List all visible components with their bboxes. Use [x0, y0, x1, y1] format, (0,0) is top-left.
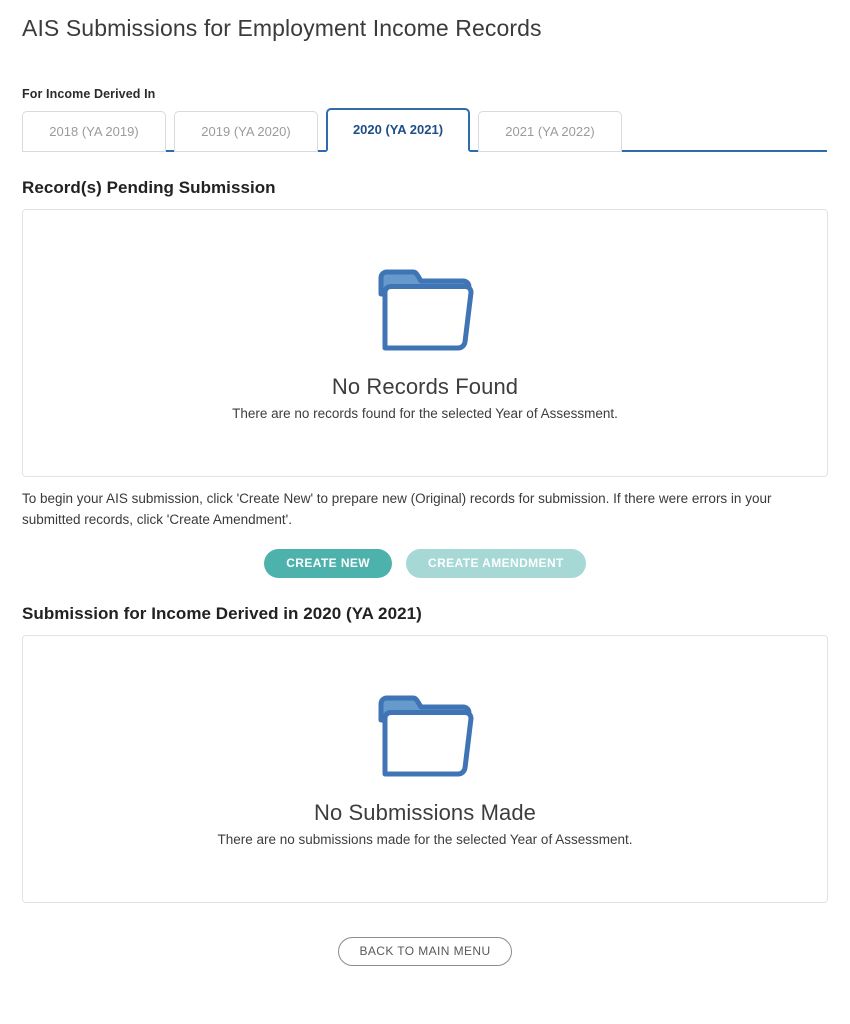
tab-2018-ya-2019[interactable]: 2018 (YA 2019) [22, 110, 166, 152]
tab-2020-ya-2021[interactable]: 2020 (YA 2021) [326, 107, 470, 152]
pending-actions: CREATE NEW CREATE AMENDMENT [22, 548, 828, 578]
tabs-group-label: For Income Derived In [22, 86, 156, 101]
submission-helper-text: To begin your AIS submission, click 'Cre… [22, 490, 772, 527]
year-of-assessment-tabbar: 2018 (YA 2019) 2019 (YA 2020) 2020 (YA 2… [22, 107, 828, 152]
tab-2021-ya-2022[interactable]: 2021 (YA 2022) [478, 110, 622, 152]
submission-records-card: No Submissions Made There are no submiss… [22, 634, 828, 903]
page-title: AIS Submissions for Employment Income Re… [22, 15, 542, 41]
submission-empty-title: No Submissions Made [314, 800, 536, 826]
submission-empty-subtitle: There are no submissions made for the se… [217, 832, 633, 848]
pending-empty-title: No Records Found [331, 374, 519, 400]
tab-label: 2018 (YA 2019) [49, 123, 139, 139]
tab-label: 2021 (YA 2022) [505, 123, 595, 139]
open-folder-icon [373, 264, 477, 356]
create-amendment-button[interactable]: CREATE AMENDMENT [406, 548, 586, 578]
create-new-button[interactable]: CREATE NEW [264, 548, 393, 578]
pending-section-heading: Record(s) Pending Submission [22, 177, 276, 197]
back-to-main-menu-button[interactable]: BACK TO MAIN MENU [338, 936, 512, 966]
open-folder-icon [373, 690, 477, 782]
ais-submissions-page: AIS Submissions for Employment Income Re… [0, 0, 850, 1024]
pending-empty-subtitle: There are no records found for the selec… [232, 406, 618, 422]
tab-label: 2020 (YA 2021) [352, 122, 444, 138]
tab-label: 2019 (YA 2020) [201, 123, 291, 139]
submission-section-heading: Submission for Income Derived in 2020 (Y… [22, 603, 422, 623]
pending-records-card: No Records Found There are no records fo… [22, 208, 828, 477]
footer-actions: BACK TO MAIN MENU [22, 936, 828, 966]
tab-2019-ya-2020[interactable]: 2019 (YA 2020) [174, 110, 318, 152]
